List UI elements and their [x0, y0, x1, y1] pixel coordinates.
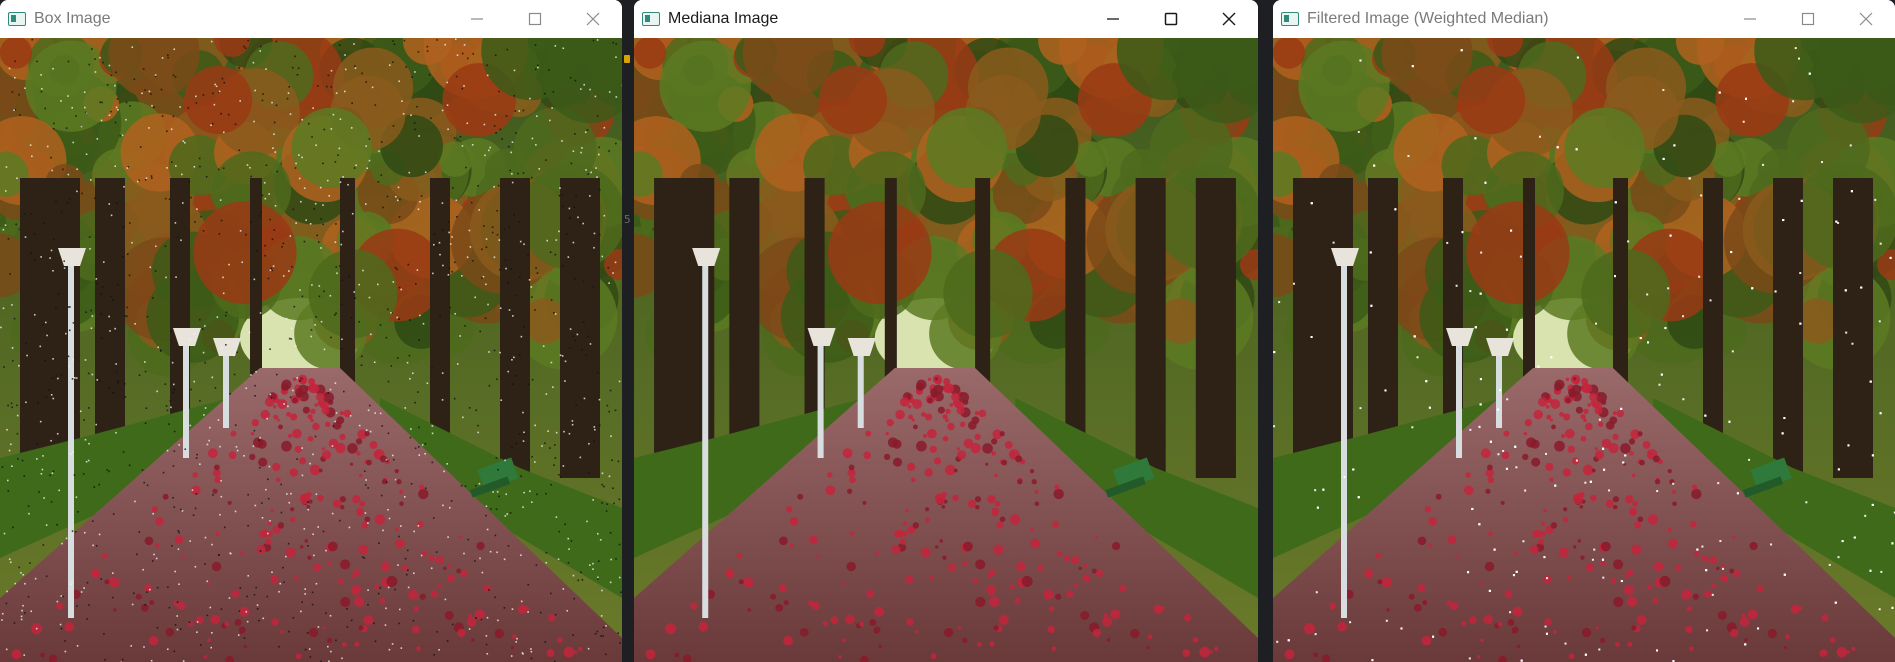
gap-label: 5 [624, 213, 631, 226]
window-title: Filtered Image (Weighted Median) [1307, 10, 1549, 27]
close-icon [586, 12, 600, 26]
box-image-titlebar[interactable]: Box Image [0, 0, 622, 38]
mediana-image-titlebar[interactable]: Mediana Image [634, 0, 1258, 38]
minimize-icon [471, 18, 483, 20]
park-scene-image [634, 38, 1258, 662]
weighted-median-window: Filtered Image (Weighted Median) [1273, 0, 1895, 662]
app-icon [1281, 12, 1299, 26]
window-title: Mediana Image [668, 10, 779, 27]
box-image-window: Box Image [0, 0, 622, 662]
close-button[interactable] [1837, 0, 1895, 38]
maximize-icon [528, 12, 542, 26]
maximize-button[interactable] [1779, 0, 1837, 38]
close-icon [1859, 12, 1873, 26]
close-button[interactable] [1200, 0, 1258, 38]
maximize-icon [1164, 12, 1178, 26]
close-icon [1222, 12, 1236, 26]
splitter-handle[interactable] [624, 55, 630, 63]
mediana-image-canvas[interactable] [634, 38, 1258, 662]
maximize-button[interactable] [1142, 0, 1200, 38]
app-icon [8, 12, 26, 26]
maximize-icon [1801, 12, 1815, 26]
maximize-button[interactable] [506, 0, 564, 38]
park-scene-image [0, 38, 622, 662]
app-icon [642, 12, 660, 26]
mediana-image-window: Mediana Image [634, 0, 1258, 662]
box-image-canvas[interactable] [0, 38, 622, 662]
minimize-icon [1744, 18, 1756, 20]
weighted-median-titlebar[interactable]: Filtered Image (Weighted Median) [1273, 0, 1895, 38]
minimize-button[interactable] [1721, 0, 1779, 38]
minimize-button[interactable] [448, 0, 506, 38]
weighted-median-canvas[interactable] [1273, 38, 1895, 662]
minimize-button[interactable] [1084, 0, 1142, 38]
minimize-icon [1107, 18, 1119, 20]
window-title: Box Image [34, 10, 111, 27]
park-scene-image [1273, 38, 1895, 662]
close-button[interactable] [564, 0, 622, 38]
